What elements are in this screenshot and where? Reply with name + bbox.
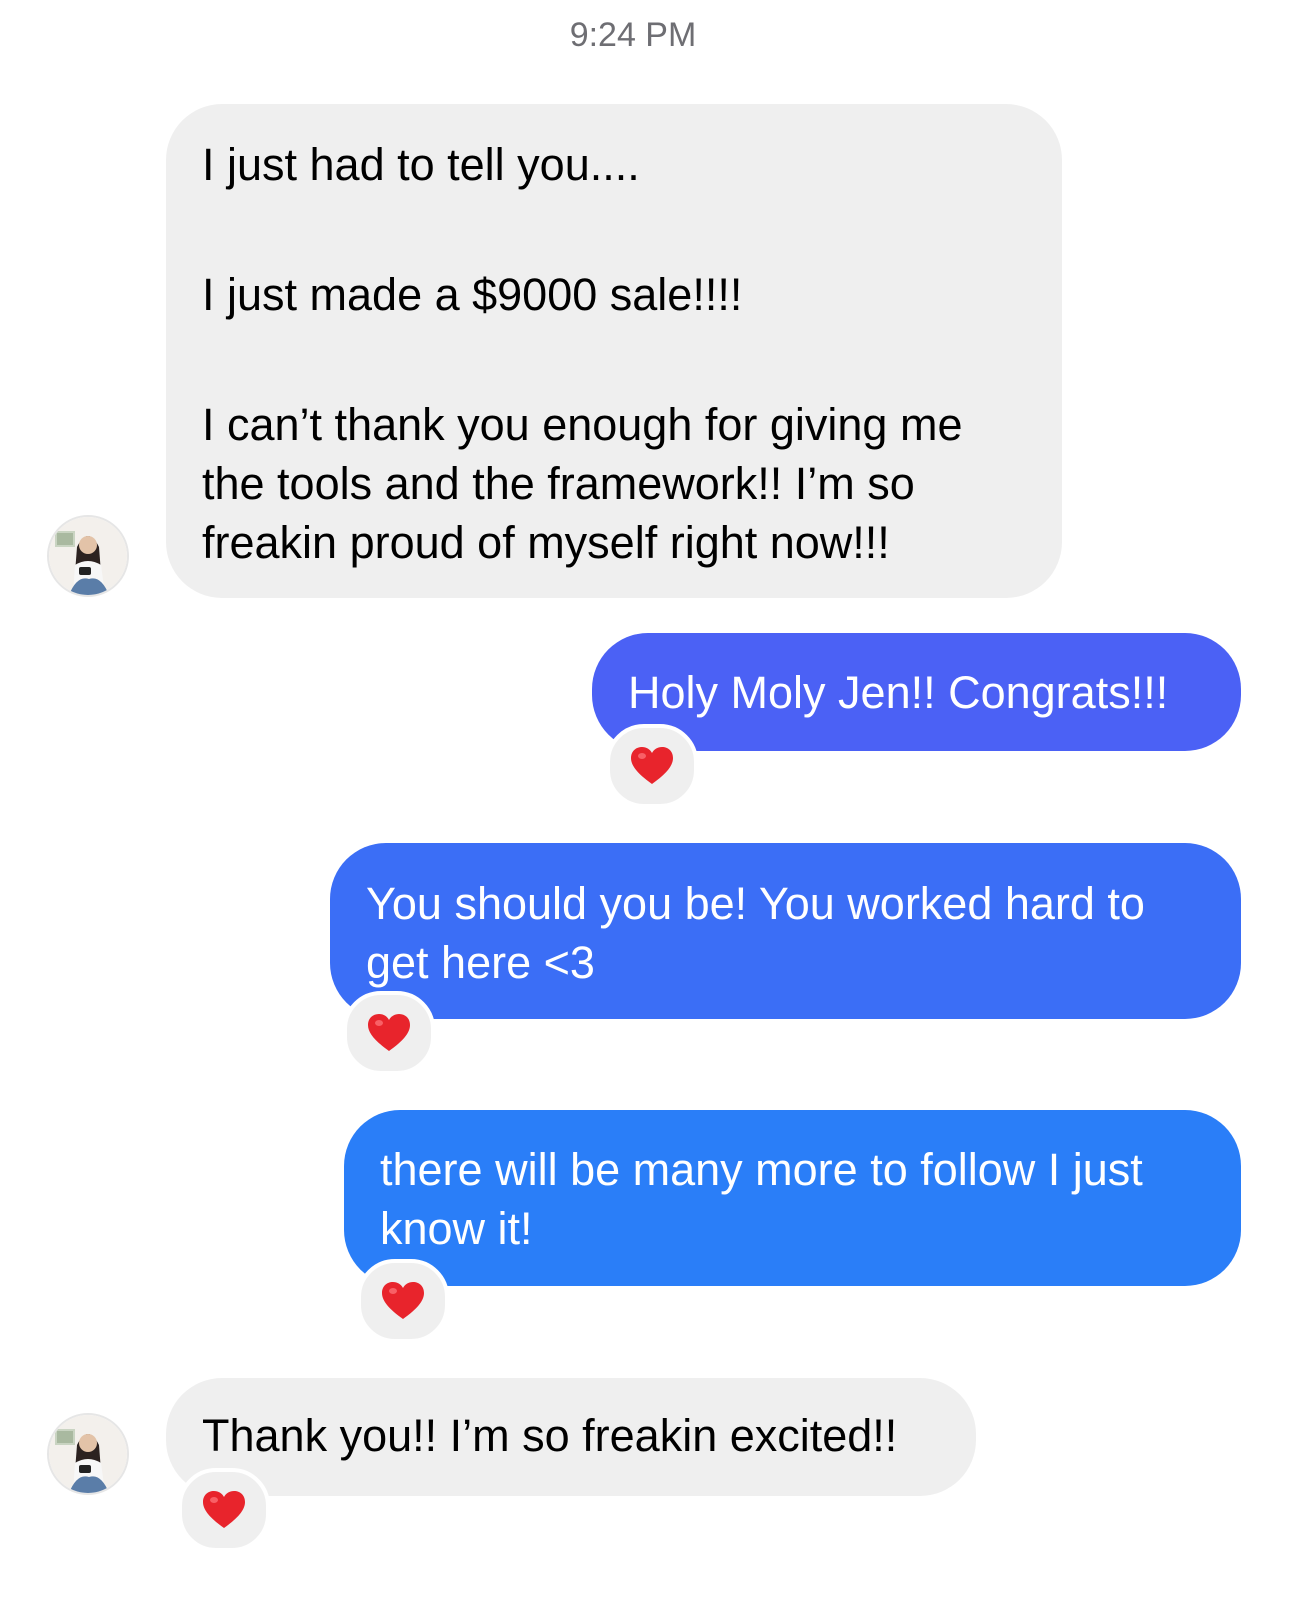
message-paragraph: I just made a $9000 sale!!!! <box>202 269 743 320</box>
outgoing-message-bubble[interactable]: You should you be! You worked hard to ge… <box>330 843 1241 1019</box>
message-text: there will be many more to follow I just… <box>380 1144 1143 1254</box>
heart-icon <box>630 746 674 786</box>
heart-icon <box>367 1013 411 1053</box>
reaction-badge[interactable] <box>343 991 435 1075</box>
outgoing-message-bubble[interactable]: Holy Moly Jen!! Congrats!!! <box>592 633 1241 751</box>
contact-avatar[interactable] <box>47 1413 129 1495</box>
message-timestamp: 9:24 PM <box>569 16 697 54</box>
reaction-badge[interactable] <box>357 1259 449 1343</box>
message-paragraph: I just had to tell you.... <box>202 139 640 190</box>
message-text: Thank you!! I’m so freakin excited!! <box>202 1410 898 1461</box>
incoming-message-bubble[interactable]: Thank you!! I’m so freakin excited!! <box>166 1378 976 1496</box>
contact-avatar[interactable] <box>47 515 129 597</box>
reaction-badge[interactable] <box>606 724 698 808</box>
heart-icon <box>202 1490 246 1530</box>
message-text: Holy Moly Jen!! Congrats!!! <box>628 667 1169 718</box>
incoming-message-bubble[interactable]: I just had to tell you.... I just made a… <box>166 104 1062 598</box>
reaction-badge[interactable] <box>178 1468 270 1552</box>
outgoing-message-bubble[interactable]: there will be many more to follow I just… <box>344 1110 1241 1286</box>
heart-icon <box>381 1281 425 1321</box>
message-text: You should you be! You worked hard to ge… <box>366 878 1145 988</box>
message-paragraph: I can’t thank you enough for giving me t… <box>202 399 963 568</box>
